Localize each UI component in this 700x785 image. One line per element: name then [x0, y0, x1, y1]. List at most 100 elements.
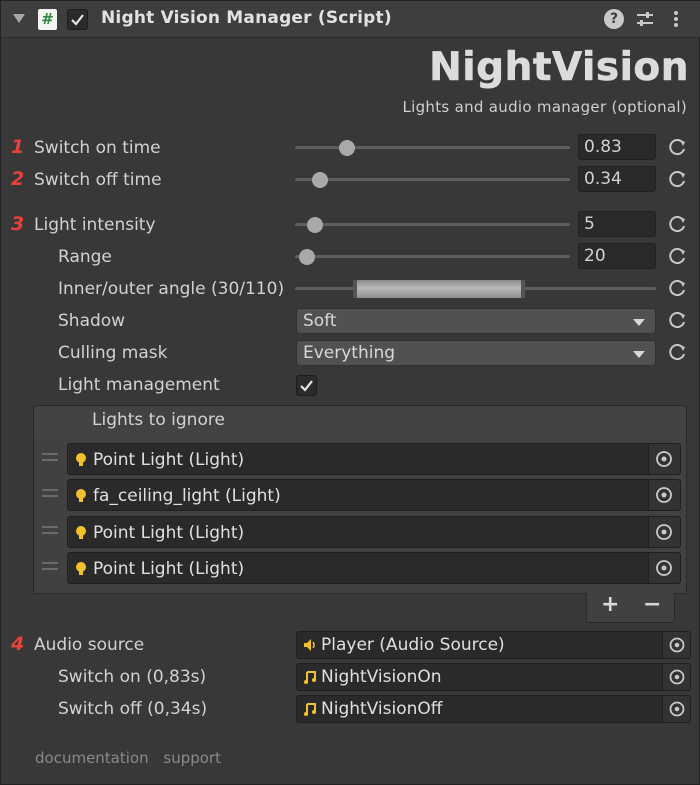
slider-knob[interactable] [312, 172, 328, 188]
target-icon [656, 560, 672, 576]
shadow-label: Shadow [58, 311, 126, 331]
reset-icon[interactable] [668, 278, 688, 298]
inner-outer-angle-label: Inner/outer angle (30/110) [58, 279, 285, 299]
light-name: Point Light (Light) [93, 450, 245, 470]
lights-to-ignore-list: Point Light (Light) fa_ceiling_light (Li… [33, 435, 687, 594]
target-icon [669, 701, 685, 717]
remove-item-button[interactable]: − [643, 592, 661, 617]
max-handle[interactable] [521, 280, 525, 298]
light-bulb-icon [76, 562, 86, 575]
object-picker-button[interactable] [662, 696, 690, 722]
culling-mask-dropdown[interactable]: Everything [296, 340, 656, 366]
culling-mask-label: Culling mask [58, 343, 168, 363]
reset-icon[interactable] [668, 246, 688, 266]
component-enabled-checkbox[interactable] [67, 9, 88, 30]
light-object-field[interactable]: Point Light (Light) [67, 552, 681, 584]
support-link[interactable]: support [163, 749, 221, 767]
help-icon[interactable]: ? [604, 9, 624, 29]
inspector-panel: # Night Vision Manager (Script) ? NightV… [0, 0, 700, 785]
target-icon [656, 451, 672, 467]
light-management-checkbox[interactable] [296, 375, 317, 396]
light-bulb-icon [76, 453, 86, 466]
switch-off-clip-label: Switch off (0,34s) [58, 699, 208, 719]
reset-icon[interactable] [668, 214, 688, 234]
target-icon [669, 669, 685, 685]
light-object-field[interactable]: Point Light (Light) [67, 443, 681, 475]
object-picker-button[interactable] [648, 553, 680, 583]
slider-knob[interactable] [299, 249, 315, 265]
presets-icon[interactable] [635, 9, 655, 29]
switch-off-time-label: Switch off time [34, 170, 162, 190]
footer-links: documentation support [35, 749, 231, 767]
audio-clip-icon [304, 671, 316, 684]
drag-handle-icon[interactable] [42, 526, 58, 534]
range-field[interactable]: 20 [578, 243, 656, 269]
check-icon [300, 380, 313, 392]
drag-handle-icon[interactable] [42, 489, 58, 497]
light-intensity-slider[interactable] [295, 217, 570, 233]
light-name: fa_ceiling_light (Light) [93, 486, 281, 506]
add-item-button[interactable]: + [601, 592, 619, 617]
lights-to-ignore-header[interactable]: Lights to ignore [33, 405, 687, 436]
switch-off-clip-field[interactable]: NightVisionOff [296, 695, 691, 723]
light-bulb-icon [76, 489, 86, 502]
speaker-icon [304, 639, 315, 651]
object-picker-button[interactable] [648, 517, 680, 547]
annotation-number: 4 [11, 633, 25, 655]
audio-source-field[interactable]: Player (Audio Source) [296, 631, 691, 659]
switch-on-time-slider[interactable] [295, 140, 570, 156]
light-intensity-field[interactable]: 5 [578, 211, 656, 237]
annotation-number: 2 [11, 168, 25, 190]
foldout-arrow-icon[interactable] [13, 14, 25, 23]
light-intensity-label: Light intensity [34, 215, 156, 235]
light-object-field[interactable]: Point Light (Light) [67, 516, 681, 548]
switch-on-time-field[interactable]: 0.83 [578, 134, 656, 160]
reset-icon[interactable] [668, 342, 688, 362]
dropdown-arrow-icon [633, 351, 645, 358]
nightvision-logo: NightVision [429, 45, 689, 91]
switch-on-clip-field[interactable]: NightVisionOn [296, 663, 691, 691]
reset-icon[interactable] [668, 169, 688, 189]
object-picker-button[interactable] [662, 664, 690, 690]
min-handle[interactable] [353, 280, 357, 298]
switch-on-time-label: Switch on time [34, 138, 161, 158]
more-menu-icon[interactable] [671, 9, 681, 29]
object-picker-button[interactable] [648, 480, 680, 510]
switch-off-time-slider[interactable] [295, 172, 570, 188]
drag-handle-icon[interactable] [42, 453, 58, 461]
light-bulb-icon [76, 526, 86, 539]
shadow-dropdown[interactable]: Soft [296, 308, 656, 334]
check-icon [71, 14, 84, 26]
list-item[interactable]: fa_ceiling_light (Light) [34, 477, 688, 513]
annotation-number: 1 [11, 136, 25, 158]
script-icon: # [38, 9, 57, 30]
list-item[interactable]: Point Light (Light) [34, 550, 688, 586]
slider-knob[interactable] [339, 140, 355, 156]
culling-mask-value: Everything [303, 343, 396, 363]
audio-clip-icon [304, 703, 316, 716]
light-management-label: Light management [58, 375, 220, 395]
audio-source-label: Audio source [34, 635, 145, 655]
documentation-link[interactable]: documentation [35, 749, 149, 767]
object-picker-button[interactable] [648, 444, 680, 474]
reset-icon[interactable] [668, 310, 688, 330]
range-label: Range [58, 247, 112, 267]
light-name: Point Light (Light) [93, 559, 245, 579]
object-picker-button[interactable] [662, 632, 690, 658]
list-item[interactable]: Point Light (Light) [34, 514, 688, 550]
drag-handle-icon[interactable] [42, 562, 58, 570]
switch-off-time-field[interactable]: 0.34 [578, 166, 656, 192]
dropdown-arrow-icon [633, 319, 645, 326]
target-icon [656, 487, 672, 503]
component-title: Night Vision Manager (Script) [101, 8, 392, 28]
list-item[interactable]: Point Light (Light) [34, 441, 688, 477]
light-object-field[interactable]: fa_ceiling_light (Light) [67, 479, 681, 511]
target-icon [669, 637, 685, 653]
audio-source-value: Player (Audio Source) [321, 635, 505, 655]
reset-icon[interactable] [668, 137, 688, 157]
switch-off-clip-value: NightVisionOff [321, 699, 443, 719]
range-slider[interactable] [295, 249, 570, 265]
angle-minmax-slider[interactable] [353, 280, 525, 298]
slider-knob[interactable] [307, 217, 323, 233]
switch-on-clip-value: NightVisionOn [321, 667, 442, 687]
